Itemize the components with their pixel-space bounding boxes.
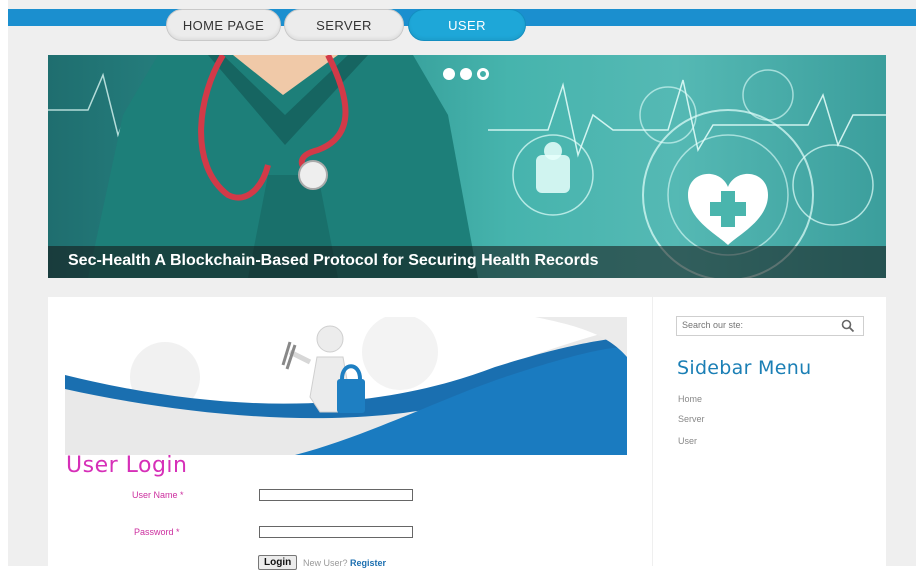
- nav-tab-home[interactable]: HOME PAGE: [166, 9, 281, 41]
- search-box: [676, 316, 864, 336]
- slider-dot-2[interactable]: [460, 68, 472, 80]
- search-icon[interactable]: [841, 319, 855, 333]
- sidebar-title: Sidebar Menu: [677, 357, 812, 379]
- login-header-illustration: [65, 317, 627, 455]
- password-input[interactable]: [259, 526, 413, 538]
- username-label: User Name *: [132, 490, 184, 500]
- hero-banner: Sec-Health A Blockchain-Based Protocol f…: [48, 55, 886, 278]
- banner-illustration: [48, 55, 886, 278]
- new-user-label: New User?: [303, 558, 348, 568]
- banner-caption: Sec-Health A Blockchain-Based Protocol f…: [68, 252, 599, 269]
- slider-dot-1[interactable]: [443, 68, 455, 80]
- sidebar-item-user[interactable]: User: [678, 436, 697, 446]
- search-input[interactable]: [682, 320, 832, 330]
- login-title: User Login: [66, 453, 188, 478]
- sidebar-item-server[interactable]: Server: [678, 414, 705, 424]
- banner-caption-bar: Sec-Health A Blockchain-Based Protocol f…: [48, 246, 886, 278]
- nav-tab-server[interactable]: SERVER: [284, 9, 404, 41]
- slider-dot-3-active[interactable]: [477, 68, 489, 80]
- login-button[interactable]: Login: [258, 555, 298, 570]
- register-link[interactable]: Register: [350, 558, 386, 568]
- new-user-text: New User? Register: [303, 558, 386, 568]
- sidebar: Sidebar Menu Home Server User: [653, 297, 886, 566]
- nav-tab-user[interactable]: USER: [408, 9, 526, 41]
- username-input[interactable]: [259, 489, 413, 501]
- main-content: User Login User Name * Password * Login …: [48, 297, 652, 570]
- sidebar-item-home[interactable]: Home: [678, 394, 702, 404]
- password-label: Password *: [134, 527, 180, 537]
- slider-dots: [443, 68, 489, 80]
